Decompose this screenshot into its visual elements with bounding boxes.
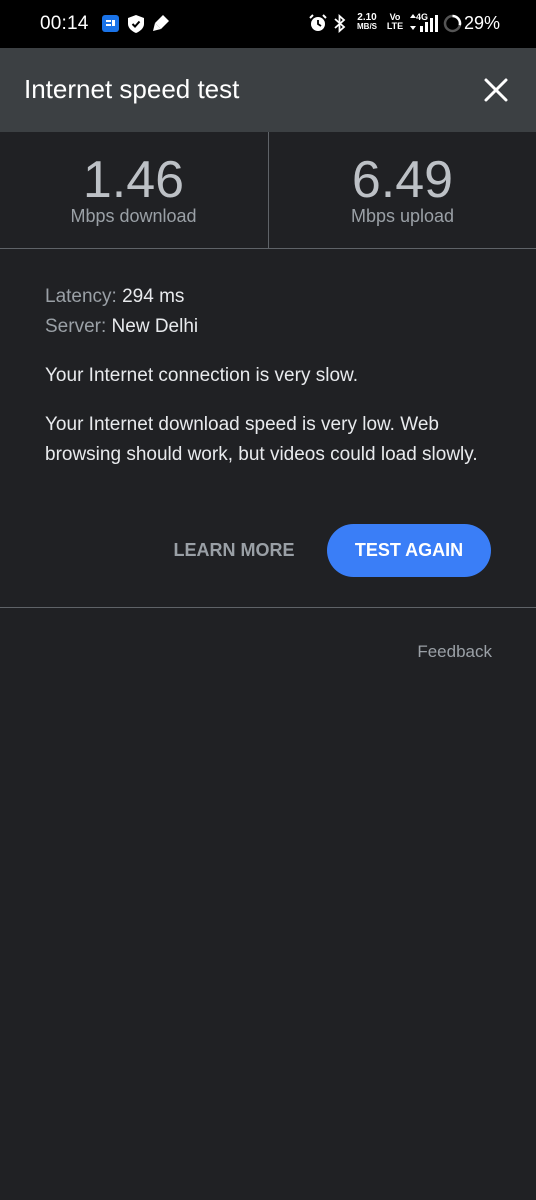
close-button[interactable] bbox=[474, 68, 518, 112]
network-speed-value: 2.10 bbox=[357, 12, 377, 23]
latency-row: Latency: 294 ms bbox=[45, 282, 495, 312]
volte-bottom: LTE bbox=[386, 21, 404, 31]
result-description: Your Internet download speed is very low… bbox=[45, 414, 478, 465]
volte-indicator: Vo LTE bbox=[384, 13, 406, 31]
download-metric: 1.46 Mbps download bbox=[0, 132, 267, 248]
battery-percent: 29% bbox=[464, 13, 501, 33]
alarm-icon bbox=[309, 14, 327, 37]
server-row: Server: New Delhi bbox=[45, 312, 495, 342]
latency-label: Latency: bbox=[45, 286, 117, 307]
shield-icon bbox=[128, 15, 144, 38]
upload-metric: 6.49 Mbps upload bbox=[268, 132, 536, 248]
section-divider bbox=[0, 607, 536, 608]
download-speed-unit: Mbps download bbox=[70, 206, 197, 226]
status-bar: 00:14 2.10 MB/S Vo LTE 4G 29% bbox=[0, 0, 536, 48]
learn-more-button[interactable]: LEARN MORE bbox=[152, 524, 316, 576]
feedback-link[interactable]: Feedback bbox=[400, 642, 492, 662]
test-details: Latency: 294 ms Server: New Delhi bbox=[45, 282, 495, 342]
upload-speed-value: 6.49 bbox=[351, 151, 454, 209]
test-again-button[interactable]: TEST AGAIN bbox=[327, 524, 491, 577]
result-summary: Your Internet connection is very slow. bbox=[45, 365, 358, 386]
latency-value: 294 ms bbox=[122, 286, 185, 307]
server-value: New Delhi bbox=[111, 316, 199, 337]
network-speed-unit: MB/S bbox=[357, 22, 377, 31]
close-icon bbox=[484, 78, 508, 102]
dialog-header: Internet speed test bbox=[0, 48, 536, 132]
status-time: 00:14 bbox=[40, 13, 89, 34]
battery-ring-icon bbox=[443, 14, 462, 38]
download-speed-value: 1.46 bbox=[82, 151, 185, 209]
brush-icon bbox=[152, 14, 170, 37]
upload-speed-unit: Mbps upload bbox=[350, 206, 455, 226]
server-label: Server: bbox=[45, 316, 107, 337]
signal-icon bbox=[418, 15, 438, 37]
speed-metrics: 1.46 Mbps download 6.49 Mbps upload bbox=[0, 132, 536, 249]
page-title: Internet speed test bbox=[24, 74, 240, 104]
network-speed-indicator: 2.10 MB/S bbox=[355, 12, 379, 32]
app-notification-icon bbox=[102, 15, 119, 37]
bluetooth-icon bbox=[333, 13, 347, 38]
